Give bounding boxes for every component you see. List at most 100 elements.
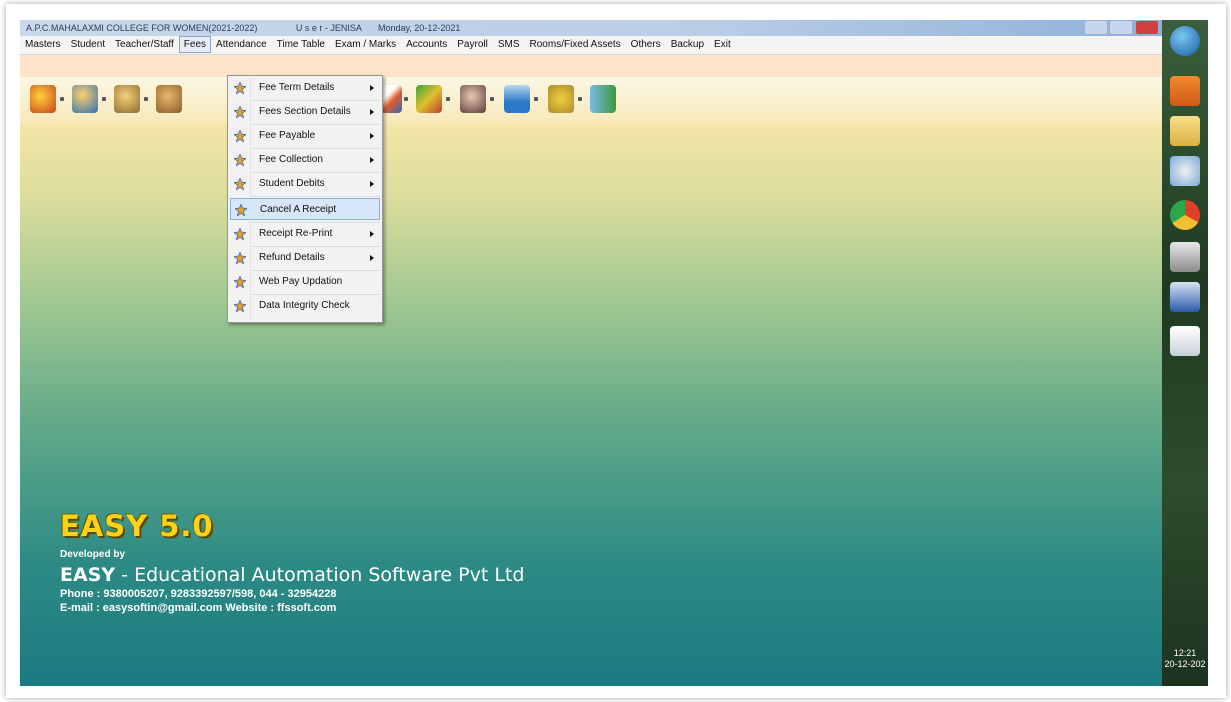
menu-backup[interactable]: Backup: [666, 36, 709, 53]
menu-bar: Masters Student Teacher/Staff Fees Attendanc…: [20, 36, 1162, 55]
users-icon[interactable]: [72, 85, 98, 113]
menu-sms[interactable]: SMS: [493, 36, 525, 53]
info-strip: [20, 55, 1162, 77]
menu-exam-marks[interactable]: Exam / Marks: [330, 36, 401, 53]
dropdown-arrow-icon[interactable]: [404, 97, 408, 101]
menu-item-label: Receipt Re-Print: [259, 228, 333, 239]
company-short-name: EASY: [60, 564, 116, 586]
product-title: EASY 5.0: [60, 509, 214, 543]
chrome-icon[interactable]: [1170, 200, 1200, 230]
menu-accounts[interactable]: Accounts: [401, 36, 452, 53]
submenu-arrow-icon: [370, 133, 374, 139]
folder-icon[interactable]: [1170, 116, 1200, 146]
title-bar: A.P.C.MAHALAXMI COLLEGE FOR WOMEN(2021-2…: [20, 20, 1162, 36]
date-label: Monday, 20-12-2021: [377, 23, 461, 33]
menu-item-fee-term-details[interactable]: Fee Term Details: [230, 77, 380, 99]
document-icon[interactable]: [1170, 326, 1200, 356]
star-icon: [234, 276, 246, 288]
branding-block: EASY 5.0 Developed by EASY - Educational…: [60, 509, 524, 614]
start-orb-icon[interactable]: [1170, 26, 1200, 56]
menu-item-receipt-re-print[interactable]: Receipt Re-Print: [230, 223, 380, 245]
company-full-name: - Educational Automation Software Pvt Lt…: [115, 564, 525, 586]
chart-icon[interactable]: [504, 85, 530, 113]
menu-item-student-debits[interactable]: Student Debits: [230, 173, 380, 195]
toolbar: [20, 77, 1162, 123]
window-title: A.P.C.MAHALAXMI COLLEGE FOR WOMEN(2021-2…: [26, 23, 258, 33]
submenu-arrow-icon: [370, 255, 374, 261]
menu-item-label: Fee Term Details: [259, 82, 335, 93]
vertical-taskbar: [1162, 20, 1208, 686]
dropdown-arrow-icon[interactable]: [446, 97, 450, 101]
menu-exit[interactable]: Exit: [709, 36, 736, 53]
menu-item-refund-details[interactable]: Refund Details: [230, 247, 380, 269]
menu-student[interactable]: Student: [66, 36, 110, 53]
word-icon[interactable]: [1170, 282, 1200, 312]
star-icon: [234, 178, 246, 190]
dropdown-arrow-icon[interactable]: [490, 97, 494, 101]
menu-payroll[interactable]: Payroll: [452, 36, 493, 53]
menu-item-label: Data Integrity Check: [259, 300, 350, 311]
menu-item-cancel-a-receipt[interactable]: Cancel A Receipt: [230, 198, 380, 220]
gift-icon[interactable]: [30, 85, 56, 113]
star-icon: [234, 252, 246, 264]
company-name: EASY - Educational Automation Software P…: [60, 564, 524, 586]
clock-time: 12:21: [1173, 648, 1197, 658]
menu-item-fee-collection[interactable]: Fee Collection: [230, 149, 380, 171]
fees-dropdown-menu: Fee Term Details Fees Section Details Fe…: [227, 75, 383, 323]
maximize-button[interactable]: [1110, 21, 1133, 34]
menu-others[interactable]: Others: [626, 36, 666, 53]
menu-item-label: Fees Section Details: [259, 106, 351, 117]
star-icon: [234, 106, 246, 118]
star-icon: [235, 204, 247, 216]
star-icon: [234, 82, 246, 94]
close-button[interactable]: [1136, 21, 1158, 34]
students-icon[interactable]: [114, 85, 140, 113]
phone-line: Phone : 9380005207, 9283392597/598, 044 …: [60, 588, 337, 600]
menu-separator: [252, 196, 380, 197]
dropdown-arrow-icon[interactable]: [534, 97, 538, 101]
clock-date: 20-12-202: [1164, 659, 1206, 669]
paint-icon[interactable]: [1170, 156, 1200, 186]
tools-icon[interactable]: [548, 85, 574, 113]
menu-rooms-fixed-assets[interactable]: Rooms/Fixed Assets: [525, 36, 626, 53]
menu-item-label: Fee Payable: [259, 130, 316, 141]
menu-attendance[interactable]: Attendance: [211, 36, 272, 53]
submenu-arrow-icon: [370, 181, 374, 187]
minimize-button[interactable]: [1084, 21, 1107, 34]
menu-teacher-staff[interactable]: Teacher/Staff: [110, 36, 179, 53]
exit-door-icon[interactable]: [590, 85, 616, 113]
menu-item-data-integrity-check[interactable]: Data Integrity Check: [230, 295, 380, 317]
menu-item-fees-section-details[interactable]: Fees Section Details: [230, 101, 380, 123]
menu-item-label: Fee Collection: [259, 154, 323, 165]
outlook-icon[interactable]: [1170, 76, 1200, 106]
taskbar-clock: 12:21 20-12-202: [1162, 648, 1208, 670]
submenu-arrow-icon: [370, 85, 374, 91]
star-icon: [234, 228, 246, 240]
menu-item-label: Student Debits: [259, 178, 325, 189]
email-website-line: E-mail : easysoftin@gmail.com Website : …: [60, 602, 337, 614]
dropdown-arrow-icon[interactable]: [144, 97, 148, 101]
desktop-area: EASY 5.0 Developed by EASY - Educational…: [20, 123, 1162, 686]
user-label: U s e r - JENISA: [295, 23, 362, 33]
menu-fees[interactable]: Fees: [178, 36, 212, 53]
menu-time-table[interactable]: Time Table: [272, 36, 330, 53]
menu-item-label: Web Pay Updation: [259, 276, 343, 287]
hand-icon[interactable]: [156, 85, 182, 113]
menu-item-label: Cancel A Receipt: [260, 204, 337, 215]
submenu-arrow-icon: [370, 231, 374, 237]
dropdown-arrow-icon[interactable]: [578, 97, 582, 101]
books-icon[interactable]: [416, 85, 442, 113]
teacher-icon[interactable]: [460, 85, 486, 113]
submenu-arrow-icon: [370, 109, 374, 115]
developed-by-label: Developed by: [60, 549, 126, 560]
menu-masters[interactable]: Masters: [20, 36, 66, 53]
dropdown-arrow-icon[interactable]: [102, 97, 106, 101]
application-window: A.P.C.MAHALAXMI COLLEGE FOR WOMEN(2021-2…: [20, 20, 1162, 686]
star-icon: [234, 130, 246, 142]
dropdown-arrow-icon[interactable]: [60, 97, 64, 101]
submenu-arrow-icon: [370, 157, 374, 163]
star-icon: [234, 154, 246, 166]
menu-item-web-pay-updation[interactable]: Web Pay Updation: [230, 271, 380, 293]
scanner-icon[interactable]: [1170, 242, 1200, 272]
menu-item-fee-payable[interactable]: Fee Payable: [230, 125, 380, 147]
